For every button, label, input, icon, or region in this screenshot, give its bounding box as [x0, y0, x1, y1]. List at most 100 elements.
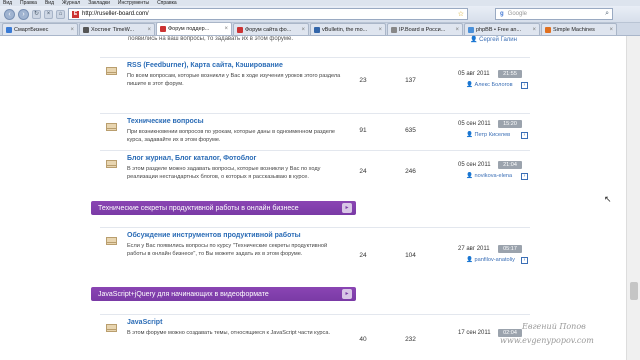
reload-icon[interactable]: ↻: [32, 9, 41, 19]
forum-thread-count: 24: [359, 168, 367, 175]
tab-close-icon[interactable]: ×: [609, 27, 613, 33]
mouse-cursor-icon: ↖: [604, 194, 612, 204]
tab-close-icon[interactable]: ×: [147, 27, 151, 33]
home-icon[interactable]: ⌂: [56, 9, 65, 19]
forum-thread-count: 40: [359, 336, 367, 343]
forum-post-count: 137: [405, 77, 416, 84]
forum-thread-count: 24: [359, 252, 367, 259]
forum-row: JavaScript В этом форуме можно создавать …: [100, 314, 530, 354]
tab-label: Simple Machines: [553, 26, 595, 33]
url-text: http://ruseller-board.com/: [82, 11, 149, 17]
forum-post-count: 232: [405, 336, 416, 343]
address-bar[interactable]: E http://ruseller-board.com/ ☆: [68, 8, 468, 20]
last-post-user-link[interactable]: 👤 Петр Киселев: [466, 132, 510, 138]
watermark-name: Евгений Попов: [522, 322, 586, 331]
forum-title-link[interactable]: JavaScript: [127, 319, 162, 326]
page-scrollbar[interactable]: [626, 36, 640, 360]
browser-tab[interactable]: vBulletin, the mo... ×: [310, 23, 386, 35]
forum-thread-count: 91: [359, 127, 367, 134]
tab-strip: СмартБизнес × Хостинг TimeW... × Форум подде…: [0, 22, 640, 36]
browser-tab[interactable]: IP.Board в Росси... ×: [387, 23, 463, 35]
tab-close-icon[interactable]: ×: [224, 26, 228, 32]
forum-post-count: 104: [405, 252, 416, 259]
navigation-bar: ‹ › ↻ × ⌂ E http://ruseller-board.com/ ☆…: [0, 6, 640, 23]
forum-description: В этом форуме можно создавать темы, отно…: [127, 330, 331, 336]
forum-title-link[interactable]: Блог журнал, Блог каталог, Фотоблог: [127, 155, 256, 162]
forum-description: При возникновении вопросов по урокам, ко…: [127, 129, 336, 143]
tab-label: phpBB • Free an...: [476, 26, 522, 33]
last-post-user-link[interactable]: 👤 novikova-elena: [466, 173, 512, 179]
forum-status-icon: [106, 67, 117, 75]
last-post-time-badge: 05:17: [498, 245, 522, 253]
browser-tab[interactable]: Хостинг TimeW... ×: [79, 23, 155, 35]
tab-favicon-icon: [160, 26, 166, 32]
browser-tab[interactable]: Форум сайта фо... ×: [233, 23, 309, 35]
browser-tab[interactable]: СмартБизнес ×: [2, 23, 78, 35]
search-placeholder: Google: [507, 11, 528, 17]
site-favicon-icon: E: [72, 10, 79, 18]
category-header-javascript[interactable]: JavaScript+jQuery для начинающих в видео…: [91, 287, 356, 301]
forum-status-icon: [106, 237, 117, 245]
video-watermark: Евгений Попов www.evgenypopov.com: [500, 322, 626, 345]
tab-close-icon[interactable]: ×: [532, 27, 536, 33]
user-icon: 👤: [466, 257, 475, 263]
go-to-last-post-icon[interactable]: ›: [521, 82, 528, 89]
bookmark-star-icon[interactable]: ☆: [458, 10, 464, 18]
watermark-url: www.evgenypopov.com: [500, 336, 594, 345]
tab-label: IP.Board в Росси...: [399, 26, 446, 33]
user-icon: 👤: [466, 132, 475, 138]
last-post-date: 05 авг 2011: [458, 71, 490, 77]
go-to-last-post-icon[interactable]: ›: [521, 132, 528, 139]
last-post-date: 05 сен 2011: [458, 162, 491, 168]
tab-favicon-icon: [237, 26, 243, 33]
search-icon[interactable]: ⌕: [605, 10, 609, 18]
forum-thread-count: 23: [359, 77, 367, 84]
browser-tab[interactable]: Simple Machines ×: [541, 23, 617, 35]
search-bar[interactable]: g Google ⌕: [495, 8, 613, 20]
forum-description: По всем вопросам, которые возникли у Вас…: [127, 73, 341, 87]
forum-row: RSS (Feedburner), Карта сайта, Кэширован…: [100, 57, 530, 109]
forum-status-icon: [106, 123, 117, 131]
tab-label: Хостинг TimeW...: [91, 26, 135, 33]
forum-title-link[interactable]: Технические вопросы: [127, 118, 204, 125]
category-header-productivity[interactable]: Технические секреты продуктивной работы …: [91, 201, 356, 215]
last-post-user-link[interactable]: 👤 Алекс Бологов: [466, 82, 513, 88]
forum-status-icon: [106, 324, 117, 332]
tab-close-icon[interactable]: ×: [301, 27, 305, 33]
scrollbar-thumb[interactable]: [630, 282, 638, 300]
go-to-last-post-icon[interactable]: ›: [521, 173, 528, 180]
tab-favicon-icon: [6, 26, 12, 33]
tab-favicon-icon: [314, 26, 320, 33]
forum-title-link[interactable]: RSS (Feedburner), Карта сайта, Кэширован…: [127, 62, 283, 69]
tab-label: Форум сайта фо...: [245, 26, 292, 33]
user-icon: 👤: [466, 82, 475, 88]
last-post-time-badge: 21:04: [498, 161, 522, 169]
collapse-icon[interactable]: ▸: [342, 289, 352, 299]
last-post-date: 05 сен 2011: [458, 121, 491, 127]
collapse-icon[interactable]: ▸: [342, 203, 352, 213]
go-to-last-post-icon[interactable]: ›: [521, 257, 528, 264]
forum-row: Блог журнал, Блог каталог, Фотоблог В это…: [100, 150, 530, 196]
last-post-user-link[interactable]: 👤 panfilov-anatoliy: [466, 257, 515, 263]
tab-close-icon[interactable]: ×: [70, 27, 74, 33]
forum-row: Обсуждение инструментов продуктивной раб…: [100, 227, 530, 281]
stop-icon[interactable]: ×: [44, 9, 53, 19]
tab-close-icon[interactable]: ×: [455, 27, 459, 33]
forum-status-icon: [106, 160, 117, 168]
forum-post-count: 246: [405, 168, 416, 175]
browser-tab[interactable]: Форум поддер... ×: [156, 22, 232, 35]
last-post-date: 17 сен 2011: [458, 330, 491, 336]
back-icon[interactable]: ‹: [4, 8, 15, 20]
forum-post-count: 635: [405, 127, 416, 134]
tab-favicon-icon: [545, 26, 551, 33]
tab-close-icon[interactable]: ×: [378, 27, 382, 33]
search-engine-icon[interactable]: g: [500, 11, 504, 17]
browser-tab[interactable]: phpBB • Free an... ×: [464, 23, 540, 35]
forward-icon[interactable]: ›: [18, 8, 29, 20]
tab-label: Форум поддер...: [168, 26, 210, 32]
partial-forum-user[interactable]: 👤 Сергей Галин: [470, 36, 517, 43]
tab-label: vBulletin, the mo...: [322, 26, 368, 33]
partial-forum-desc: появились на ваш вопросы, то задавать их…: [128, 36, 293, 42]
user-icon: 👤: [466, 173, 475, 179]
forum-title-link[interactable]: Обсуждение инструментов продуктивной раб…: [127, 232, 301, 239]
